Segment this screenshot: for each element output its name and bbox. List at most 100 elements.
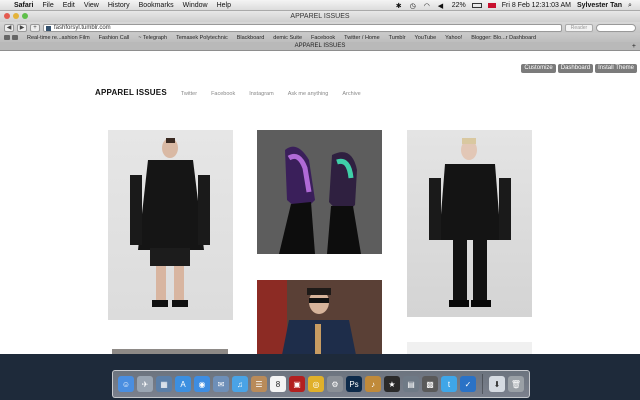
spotlight-icon[interactable]: ⌕ <box>628 2 636 9</box>
close-window-button[interactable] <box>4 13 10 19</box>
bookmark-item[interactable]: demic Suite <box>273 35 302 41</box>
dashboard-label: Dashboard <box>560 65 591 71</box>
photo-image <box>257 280 382 354</box>
photo-image <box>257 130 382 254</box>
menu-app-name[interactable]: Safari <box>14 2 33 9</box>
tab-active[interactable]: APPAREL ISSUES <box>295 43 346 49</box>
dashboard-button[interactable]: Dashboard <box>557 64 594 73</box>
twitter-icon[interactable]: t <box>441 376 457 392</box>
nav-facebook[interactable]: Facebook <box>211 91 235 97</box>
mail-icon[interactable]: ✉ <box>213 376 229 392</box>
contacts-icon[interactable]: ☰ <box>251 376 267 392</box>
menu-history[interactable]: History <box>108 2 130 9</box>
nav-instagram[interactable]: Instagram <box>249 91 273 97</box>
bookmark-item[interactable]: Yahoo! <box>445 35 462 41</box>
mac-dock: ☺ ✈ ▦ A ◉ ✉ ♫ ☰ 8 ▣ ◎ ⚙ Ps ♪ ★ ▤ ▩ t ✓ ⬇… <box>112 370 530 398</box>
bookmark-item[interactable]: Tumblr <box>389 35 406 41</box>
mac-menu-bar: Safari File Edit View History Bookmarks … <box>0 0 640 11</box>
minimize-window-button[interactable] <box>13 13 19 19</box>
itunes-icon[interactable]: ♫ <box>232 376 248 392</box>
menu-window[interactable]: Window <box>183 2 208 9</box>
nav-ask[interactable]: Ask me anything <box>288 91 329 97</box>
menu-help[interactable]: Help <box>217 2 231 9</box>
volume-icon[interactable]: ◀ <box>438 2 446 10</box>
photo-image <box>429 138 511 307</box>
reader-button[interactable]: Reader <box>565 23 593 32</box>
customize-button[interactable]: Customize <box>521 64 556 73</box>
imovie-icon[interactable]: ★ <box>384 376 400 392</box>
forward-button[interactable]: ▶ <box>17 23 27 32</box>
nav-archive[interactable]: Archive <box>342 91 360 97</box>
bookmark-item[interactable]: ~ Telegraph <box>138 35 167 41</box>
app-store-icon[interactable]: A <box>175 376 191 392</box>
window-title: APPAREL ISSUES <box>290 13 350 20</box>
photo-post-runway-black-coat[interactable] <box>108 130 233 320</box>
time-machine-icon[interactable]: ◷ <box>410 2 418 10</box>
address-url: fashforsyl.tumblr.com <box>54 24 111 31</box>
tweetdeck-icon[interactable]: ✓ <box>460 376 476 392</box>
bookmark-controls <box>4 35 18 40</box>
customize-label: Customize <box>524 65 553 71</box>
finder-icon[interactable]: ☺ <box>118 376 134 392</box>
photoshop-icon[interactable]: Ps <box>346 376 362 392</box>
image-capture-icon[interactable]: ▩ <box>422 376 438 392</box>
window-titlebar: APPAREL ISSUES <box>0 11 640 22</box>
bookmark-item[interactable]: Blackboard <box>237 35 265 41</box>
tab-bar: APPAREL ISSUES + <box>0 42 640 51</box>
photo-post-partial-bottom[interactable] <box>112 349 228 354</box>
blog-title[interactable]: APPAREL ISSUES <box>95 88 167 97</box>
photo-image <box>130 138 210 307</box>
dock-separator <box>482 374 483 394</box>
install-theme-button[interactable]: Install Theme <box>595 64 637 73</box>
share-button[interactable]: + <box>30 23 40 32</box>
bookmark-item[interactable]: Twitter / Home <box>344 35 379 41</box>
battery-icon <box>471 2 482 8</box>
trash-icon[interactable]: 🗑 <box>508 376 524 392</box>
downloads-stack-icon[interactable]: ⬇ <box>489 376 505 392</box>
back-button[interactable]: ◀ <box>4 23 14 32</box>
launchpad-icon[interactable]: ✈ <box>137 376 153 392</box>
user-name[interactable]: Sylvester Tan <box>577 2 622 9</box>
menu-edit[interactable]: Edit <box>63 2 75 9</box>
browser-toolbar: ◀ ▶ + fashforsyl.tumblr.com Reader <box>0 22 640 33</box>
photo-post-iridescent-shoes[interactable] <box>257 130 382 254</box>
bluetooth-icon[interactable]: ✱ <box>396 2 404 10</box>
tumblr-controls: Customize Dashboard Install Theme <box>521 64 637 73</box>
sidebar-icon[interactable] <box>4 35 10 40</box>
bookmark-item[interactable]: Blogger: Blo...r Dashboard <box>471 35 536 41</box>
nav-twitter[interactable]: Twitter <box>181 91 197 97</box>
bookmark-item[interactable]: Fashion Call <box>99 35 130 41</box>
photo-post-street-duffle-coat[interactable] <box>257 280 382 354</box>
bookmark-item[interactable]: YouTube <box>415 35 437 41</box>
web-page: Customize Dashboard Install Theme APPARE… <box>0 62 640 354</box>
mission-control-icon[interactable]: ▦ <box>156 376 172 392</box>
clock[interactable]: Fri 8 Feb 12:31:03 AM <box>502 2 571 9</box>
bookmark-item[interactable]: Real-time re...ashion Film <box>27 35 90 41</box>
search-input[interactable] <box>596 23 636 32</box>
safari-icon[interactable]: ◉ <box>194 376 210 392</box>
zoom-window-button[interactable] <box>22 13 28 19</box>
preview-icon[interactable]: ▤ <box>403 376 419 392</box>
address-bar[interactable]: fashforsyl.tumblr.com <box>43 23 562 32</box>
bookmarks-bar: Real-time re...ashion Film Fashion Call … <box>0 33 640 42</box>
new-tab-icon[interactable]: + <box>632 42 636 51</box>
flag-icon[interactable] <box>487 2 496 8</box>
system-preferences-icon[interactable]: ⚙ <box>327 376 343 392</box>
top-sites-icon[interactable] <box>12 35 18 40</box>
garageband-icon[interactable]: ♪ <box>365 376 381 392</box>
menu-bookmarks[interactable]: Bookmarks <box>139 2 174 9</box>
traffic-lights <box>4 13 28 19</box>
photo-post-partial-right[interactable] <box>407 342 532 354</box>
bookmark-item[interactable]: Temasek Polytechnic <box>176 35 228 41</box>
menu-view[interactable]: View <box>84 2 99 9</box>
bookmark-item[interactable]: Facebook <box>311 35 335 41</box>
wifi-icon[interactable]: ◠ <box>424 2 432 10</box>
photo-booth-icon[interactable]: ▣ <box>289 376 305 392</box>
chrome-icon[interactable]: ◎ <box>308 376 324 392</box>
install-theme-label: Install Theme <box>598 65 634 71</box>
photo-post-runway-knit[interactable] <box>407 130 532 317</box>
calendar-icon[interactable]: 8 <box>270 376 286 392</box>
menu-file[interactable]: File <box>42 2 53 9</box>
favicon-icon <box>46 25 51 31</box>
battery-percent[interactable]: 22% <box>452 2 466 9</box>
